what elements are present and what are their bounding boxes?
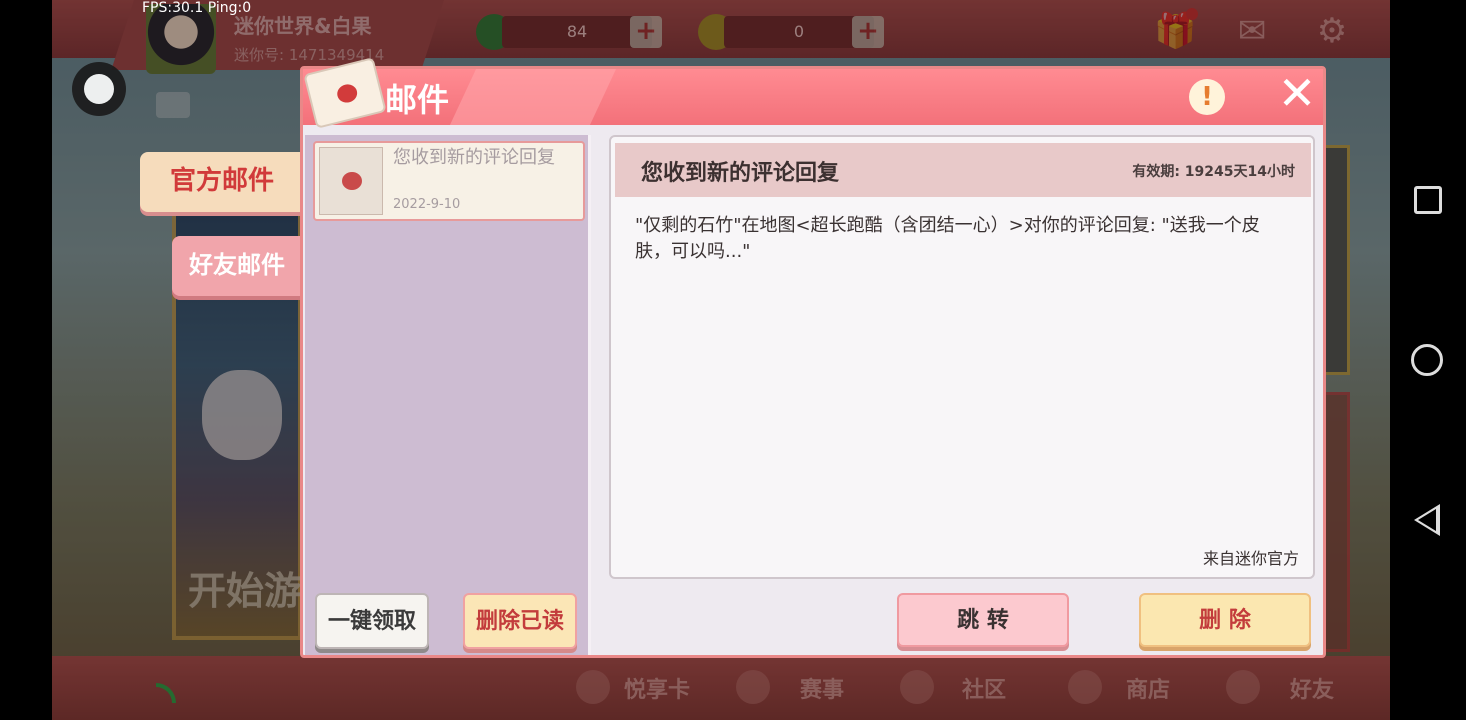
- back-icon[interactable]: [1414, 504, 1440, 536]
- fps-counter: FPS:30.1 Ping:0: [142, 0, 252, 16]
- list-item[interactable]: 您收到新的评论回复 2022-9-10: [313, 141, 585, 221]
- mail-list-panel[interactable]: 您收到新的评论回复 2022-9-10: [305, 135, 591, 655]
- envelope-icon: [303, 57, 387, 129]
- jump-button[interactable]: 跳 转: [897, 593, 1069, 647]
- tab-official-mail[interactable]: 官方邮件: [140, 152, 304, 212]
- dialog-title: 邮件: [385, 81, 450, 119]
- mail-detail-box: 您收到新的评论回复 有效期: 19245天14小时 "仅剩的石竹"在地图<超长跑…: [609, 135, 1315, 579]
- delete-button[interactable]: 删 除: [1139, 593, 1311, 647]
- home-icon[interactable]: [1411, 344, 1443, 376]
- floating-record-button[interactable]: [72, 62, 126, 116]
- mail-thumbnail-icon: [319, 147, 383, 215]
- delete-read-button[interactable]: 删除已读: [463, 593, 577, 649]
- mail-detail-title: 您收到新的评论回复: [641, 161, 840, 186]
- mail-item-subject: 您收到新的评论回复: [393, 147, 555, 168]
- info-button[interactable]: !: [1189, 79, 1225, 115]
- mail-detail-body: "仅剩的石竹"在地图<超长跑酷（含团结一心）>对你的评论回复: "送我一个皮肤，…: [635, 215, 1260, 262]
- header-decoration: [449, 69, 617, 125]
- dialog-header: 邮件 ! ✕: [303, 57, 1323, 129]
- recent-apps-icon[interactable]: [1414, 186, 1442, 214]
- mail-dialog: 邮件 ! ✕ 您收到新的评论回复 2022-9-10 一键领取 删除已读 您收到…: [300, 57, 1326, 658]
- mail-validity: 有效期: 19245天14小时: [1132, 164, 1295, 180]
- claim-all-button[interactable]: 一键领取: [315, 593, 429, 649]
- close-button[interactable]: ✕: [1275, 70, 1319, 116]
- mail-sender: 来自迷你官方: [1202, 549, 1299, 568]
- mail-item-date: 2022-9-10: [393, 197, 461, 212]
- mail-detail-header: 您收到新的评论回复 有效期: 19245天14小时: [615, 143, 1311, 197]
- tab-friend-mail[interactable]: 好友邮件: [172, 236, 302, 296]
